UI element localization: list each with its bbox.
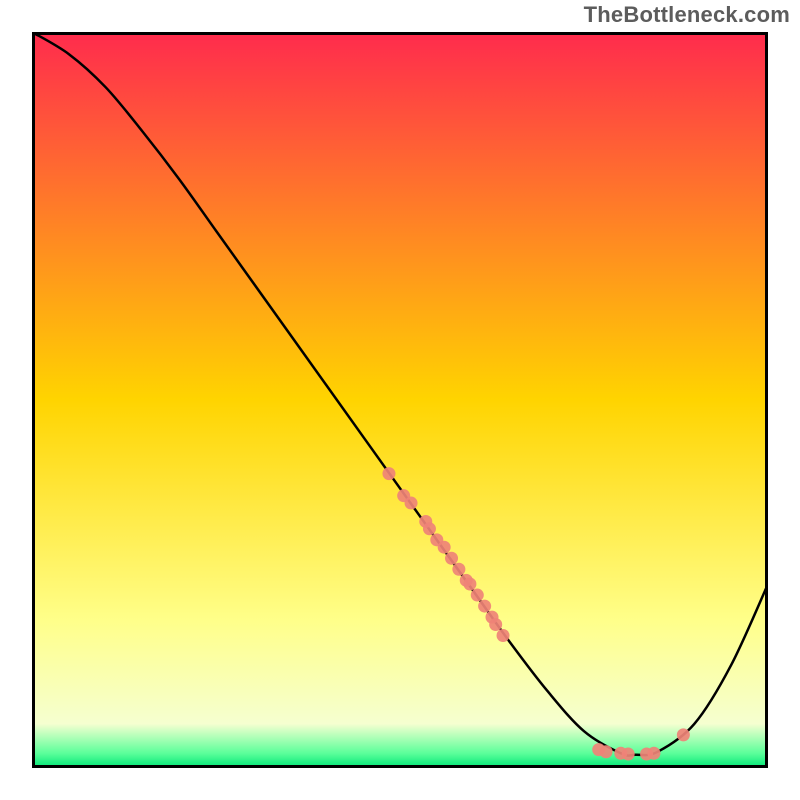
scatter-point xyxy=(438,541,451,554)
chart-background xyxy=(32,32,768,768)
scatter-point xyxy=(405,497,418,510)
chart-frame: TheBottleneck.com xyxy=(0,0,800,800)
scatter-point xyxy=(647,747,660,760)
scatter-point xyxy=(600,745,613,758)
scatter-point xyxy=(478,600,491,613)
scatter-point xyxy=(463,578,476,591)
scatter-point xyxy=(489,618,502,631)
scatter-point xyxy=(622,748,635,761)
scatter-point xyxy=(471,589,484,602)
watermark-text: TheBottleneck.com xyxy=(584,2,790,28)
scatter-point xyxy=(445,552,458,565)
scatter-point xyxy=(677,728,690,741)
scatter-point xyxy=(497,629,510,642)
plot-area xyxy=(32,32,768,768)
scatter-point xyxy=(452,563,465,576)
scatter-point xyxy=(423,522,436,535)
chart-svg xyxy=(32,32,768,768)
scatter-point xyxy=(382,467,395,480)
